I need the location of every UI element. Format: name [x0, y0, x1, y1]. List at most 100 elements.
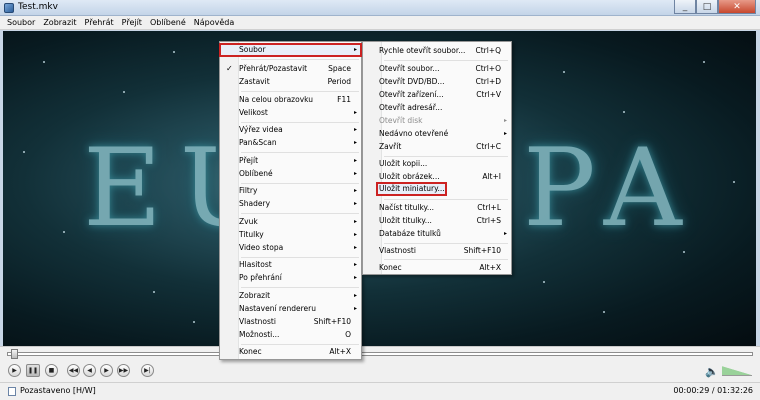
menu-item-label: Zobrazit: [239, 291, 271, 300]
seek-bar[interactable]: [7, 352, 753, 356]
submenu-arrow-icon: ▸: [353, 244, 357, 251]
menu-item-save-subtitles[interactable]: Uložit titulky... Ctrl+S: [363, 215, 511, 227]
menu-item-label: Výřez videa: [239, 125, 283, 134]
window-controls: _ □ ✕: [674, 0, 756, 15]
menu-item-play-pause[interactable]: ✓ Přehrát/Pozastavit Space: [220, 63, 361, 75]
menu-separator: [384, 60, 508, 61]
play-button[interactable]: ▶: [8, 364, 21, 377]
menu-item-save-thumbnails[interactable]: Uložit miniatury...: [376, 182, 447, 196]
menu-item-pan-scan[interactable]: Pan&Scan ▸: [220, 137, 361, 149]
menu-item-after-playback[interactable]: Po přehrání ▸: [220, 272, 361, 284]
minimize-button[interactable]: _: [674, 0, 696, 14]
menu-item-audio[interactable]: Zvuk ▸: [220, 216, 361, 228]
submenu-arrow-icon: ▸: [353, 261, 357, 268]
next-button[interactable]: ▶▶: [117, 364, 130, 377]
maximize-button[interactable]: □: [696, 0, 718, 14]
menu-item-close[interactable]: Zavřít Ctrl+C: [363, 141, 511, 153]
menu-item-renderer-settings[interactable]: Nastavení rendereru ▸: [220, 303, 361, 315]
menu-item-shortcut: Space: [328, 64, 351, 73]
menu-item-open-dvd[interactable]: Otevřít DVD/BD... Ctrl+D: [363, 76, 511, 88]
status-bar: Pozastaveno [H/W] 00:00:29 / 01:32:26: [0, 382, 760, 400]
menu-item-size[interactable]: Velikost ▸: [220, 107, 361, 119]
menu-item-label: Přejít: [239, 156, 259, 165]
menu-item-open-file[interactable]: Otevřít soubor... Ctrl+O: [363, 63, 511, 75]
menu-item-video-frame[interactable]: Výřez videa ▸: [220, 124, 361, 136]
menu-separator: [241, 287, 359, 288]
menu-item-label: Filtry: [239, 186, 258, 195]
frame-step-button[interactable]: ▶|: [141, 364, 154, 377]
submenu-arrow-icon: ▸: [353, 274, 357, 281]
pause-button[interactable]: ❚❚: [26, 364, 40, 377]
submenu-arrow-icon: ▸: [503, 117, 507, 124]
menu-item-shortcut: Ctrl+D: [475, 77, 501, 86]
menu-item-subtitle-database[interactable]: Databáze titulků ▸: [363, 228, 511, 240]
menu-item-subtitles[interactable]: Titulky ▸: [220, 229, 361, 241]
menu-separator: [241, 122, 359, 123]
menubar-item-zobrazit[interactable]: Zobrazit: [39, 16, 80, 30]
menu-item-soubor[interactable]: Soubor ▸: [219, 43, 362, 57]
context-menu: Soubor ▸ ✓ Přehrát/Pozastavit Space Zastavi…: [219, 41, 362, 360]
menu-item-label: Načíst titulky...: [379, 203, 435, 212]
menubar-item-napoveda[interactable]: Nápověda: [190, 16, 239, 30]
speaker-icon[interactable]: 🔈: [705, 365, 719, 378]
menu-item-exit[interactable]: Konec Alt+X: [220, 346, 361, 358]
seek-thumb[interactable]: [11, 349, 19, 359]
star: [153, 291, 155, 293]
menu-item-shaders[interactable]: Shadery ▸: [220, 198, 361, 210]
file-submenu: Rychle otevřít soubor... Ctrl+Q Otevřít s…: [362, 41, 512, 275]
seek-area: [0, 346, 760, 360]
menu-item-open-directory[interactable]: Otevřít adresář...: [363, 102, 511, 114]
menubar-item-soubor[interactable]: Soubor: [3, 16, 39, 30]
previous-button[interactable]: ◀◀: [67, 364, 80, 377]
status-text: Pozastaveno [H/W]: [20, 386, 96, 395]
menu-item-shortcut: Shift+F10: [463, 246, 501, 255]
menu-item-navigate[interactable]: Přejít ▸: [220, 155, 361, 167]
stop-button[interactable]: ■: [45, 364, 58, 377]
menu-item-quick-open[interactable]: Rychle otevřít soubor... Ctrl+Q: [363, 45, 511, 57]
menu-item-label: Po přehrání: [239, 273, 282, 282]
menu-item-label: Vlastnosti: [239, 317, 276, 326]
menu-item-exit[interactable]: Konec Alt+X: [363, 262, 511, 274]
menu-separator: [384, 259, 508, 260]
menu-item-label: Shadery: [239, 199, 271, 208]
menu-item-video-track[interactable]: Video stopa ▸: [220, 242, 361, 254]
menu-item-label: Uložit obrázek...: [379, 172, 440, 181]
menu-item-label: Otevřít DVD/BD...: [379, 77, 445, 86]
menu-item-options[interactable]: Možnosti... O: [220, 329, 361, 341]
title-bar: Test.mkv _ □ ✕: [0, 0, 760, 16]
rewind-button[interactable]: ◀: [83, 364, 96, 377]
menu-item-label: Otevřít soubor...: [379, 64, 440, 73]
menu-item-filters[interactable]: Filtry ▸: [220, 185, 361, 197]
menu-item-recent[interactable]: Nedávno otevřené ▸: [363, 128, 511, 140]
forward-button[interactable]: ▶: [100, 364, 113, 377]
menu-item-open-device[interactable]: Otevřít zařízení... Ctrl+V: [363, 89, 511, 101]
menu-item-favorites[interactable]: Oblíbené ▸: [220, 168, 361, 180]
menu-item-view[interactable]: Zobrazit ▸: [220, 290, 361, 302]
menubar-item-prehrat[interactable]: Přehrát: [81, 16, 118, 30]
menu-item-load-subtitles[interactable]: Načíst titulky... Ctrl+L: [363, 202, 511, 214]
menu-item-stop[interactable]: Zastavit Period: [220, 76, 361, 88]
checkmark-icon: ✓: [226, 64, 233, 73]
menu-item-shortcut: F11: [337, 95, 351, 104]
menubar-item-oblibene[interactable]: Oblíbené: [146, 16, 190, 30]
menu-item-volume[interactable]: Hlasitost ▸: [220, 259, 361, 271]
window-title: Test.mkv: [18, 2, 58, 12]
close-button[interactable]: ✕: [718, 0, 756, 14]
menu-item-shortcut: Ctrl+V: [476, 90, 501, 99]
menu-separator: [384, 156, 508, 157]
menu-item-save-image[interactable]: Uložit obrázek... Alt+I: [363, 171, 511, 183]
menu-item-label: Databáze titulků: [379, 229, 441, 238]
menu-item-shortcut: Ctrl+C: [476, 142, 501, 151]
menu-item-save-copy[interactable]: Uložit kopii...: [363, 158, 511, 170]
menu-item-properties[interactable]: Vlastnosti Shift+F10: [220, 316, 361, 328]
menu-item-label: Pan&Scan: [239, 138, 277, 147]
menu-item-properties[interactable]: Vlastnosti Shift+F10: [363, 245, 511, 257]
menu-separator: [241, 344, 359, 345]
volume-slider[interactable]: [722, 366, 752, 376]
menu-item-shortcut: Ctrl+L: [477, 203, 501, 212]
menu-item-label: Titulky: [239, 230, 264, 239]
menubar-item-prejit[interactable]: Přejít: [118, 16, 146, 30]
submenu-arrow-icon: ▸: [353, 292, 357, 299]
menu-separator: [241, 257, 359, 258]
menu-item-fullscreen[interactable]: Na celou obrazovku F11: [220, 94, 361, 106]
